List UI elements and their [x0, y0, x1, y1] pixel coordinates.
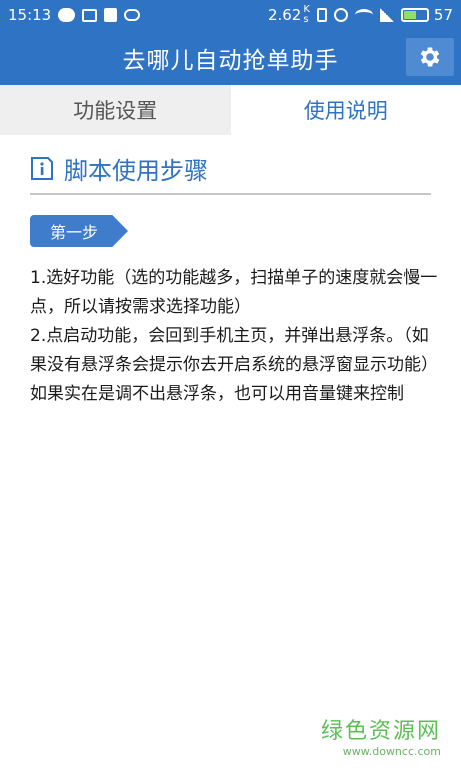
signal-icon	[379, 8, 394, 22]
battery-fill	[403, 11, 417, 19]
battery-icon	[400, 8, 429, 22]
image-icon	[82, 8, 98, 22]
app-header: 去哪儿自动抢单助手	[0, 30, 461, 85]
settings-button[interactable]	[406, 38, 454, 76]
alarm-icon	[333, 8, 348, 22]
tab-usage-instructions[interactable]: 使用说明	[230, 85, 461, 135]
bag-icon	[104, 8, 118, 22]
wifi-icon	[354, 9, 373, 21]
step-badge: 第一步	[30, 215, 128, 247]
instructions: 1.选好功能（选的功能越多，扫描单子的速度就会慢一点，所以请按需求选择功能） 2…	[30, 264, 440, 409]
app-title: 去哪儿自动抢单助手	[122, 47, 339, 74]
status-right: 2.62 K s 57	[268, 5, 453, 25]
status-left: 15:13	[8, 6, 141, 24]
vibrate-icon	[316, 8, 327, 22]
battery-level: 57	[433, 6, 453, 24]
status-bar: 15:13 2.62 K s 57	[0, 0, 461, 30]
tab-function-settings[interactable]: 功能设置	[0, 85, 231, 135]
watermark-url: www.downcc.com	[342, 745, 441, 758]
status-time: 15:13	[8, 6, 52, 24]
message-icon	[58, 8, 76, 22]
net-speed: 2.62 K s	[268, 5, 310, 25]
net-speed-value: 2.62	[267, 6, 302, 24]
battery: 57	[400, 6, 453, 24]
watermark-name: 绿色资源网	[320, 719, 441, 744]
link-icon	[124, 9, 141, 21]
instruction-item: 1.选好功能（选的功能越多，扫描单子的速度就会慢一点，所以请按需求选择功能）	[30, 268, 438, 317]
tab-label: 功能设置	[73, 99, 158, 123]
step-label: 第一步	[50, 223, 99, 242]
tab-label: 使用说明	[303, 99, 388, 123]
section-title: 脚本使用步骤	[64, 156, 208, 185]
instruction-item: 2.点启动功能，会回到手机主页，并弹出悬浮条。（如果没有悬浮条会提示你去开启系统…	[30, 326, 438, 404]
watermark: 绿色资源网 www.downcc.com	[321, 713, 441, 758]
gear-icon	[420, 47, 440, 67]
net-speed-unit: K s	[303, 5, 310, 25]
info-icon	[31, 157, 53, 180]
net-unit-bottom: s	[303, 14, 309, 25]
section-heading: 脚本使用步骤	[30, 143, 431, 195]
tab-bar: 功能设置 使用说明	[0, 85, 461, 135]
